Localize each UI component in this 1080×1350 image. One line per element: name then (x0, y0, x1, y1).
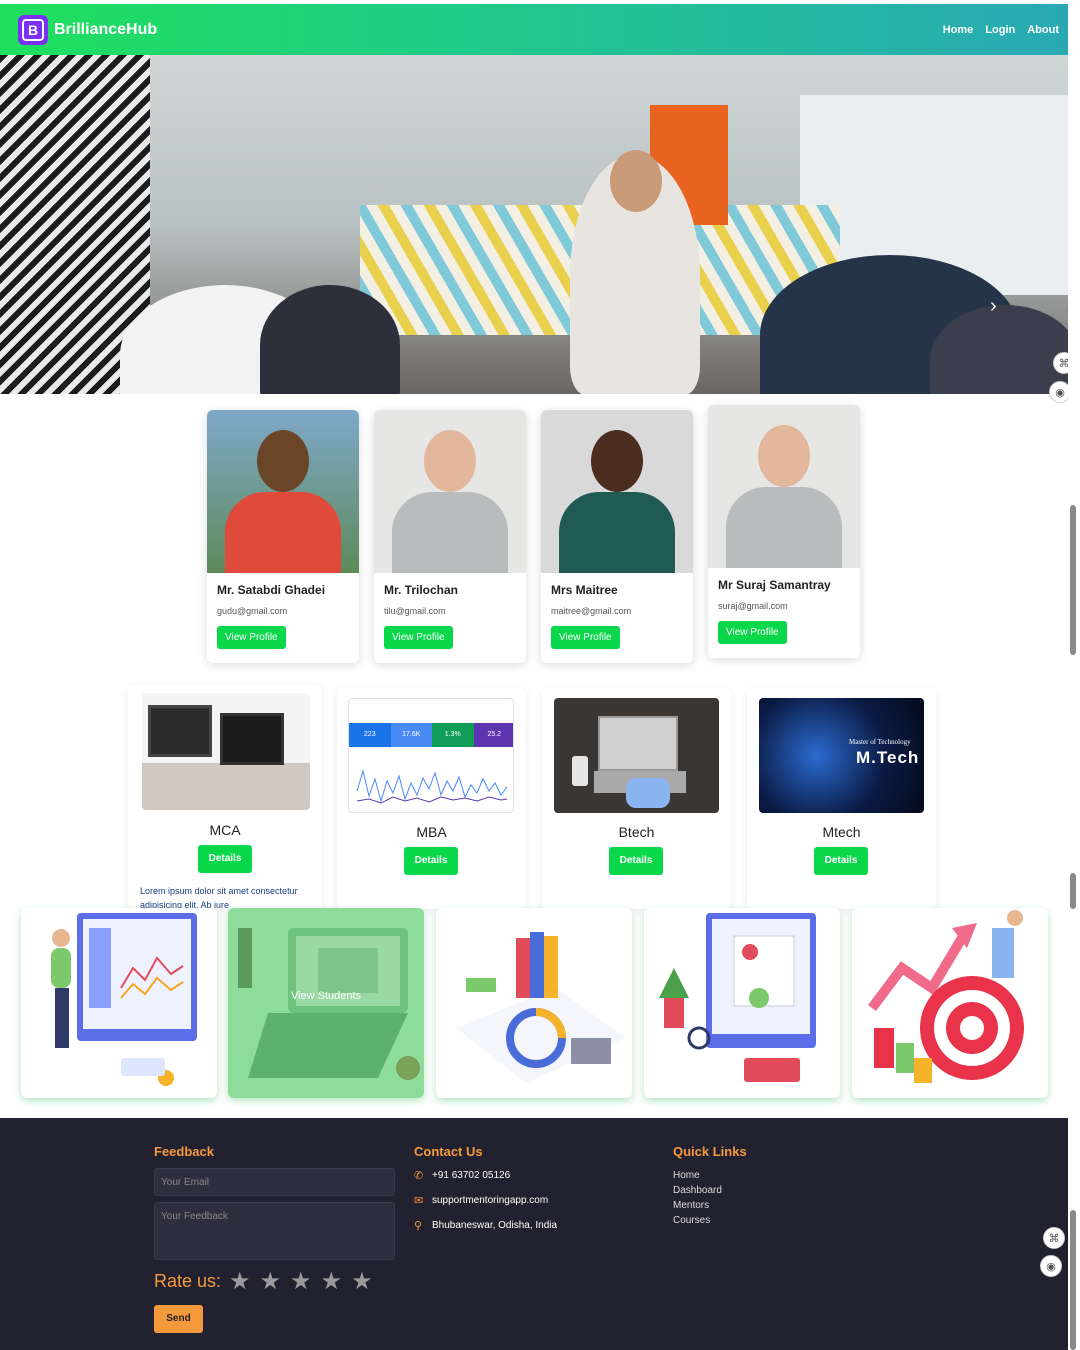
page-scrollbar[interactable] (1068, 0, 1080, 1350)
mentor-name: Mr. Trilochan (384, 583, 459, 597)
details-button[interactable]: Details (198, 845, 252, 873)
illustration-card-analytics[interactable] (21, 908, 217, 1098)
course-image-caption: Master of Technology (849, 738, 911, 746)
course-title: Mtech (822, 824, 861, 840)
mentor-card: Mr. Satabdi Ghadei gudu@gmail.com View P… (207, 410, 359, 663)
course-title: MCA (209, 822, 241, 838)
rating-stars: ★ ★ ★ ★ ★ (229, 1270, 373, 1294)
course-card-mca: MCA Details Lorem ipsum dolor sit amet c… (128, 685, 322, 909)
finance-report-illustration (456, 932, 626, 1083)
target-growth-illustration (868, 910, 1024, 1083)
hero-person-middle (260, 285, 400, 394)
envelope-icon: ✉ (414, 1195, 424, 1207)
quick-link-mentors[interactable]: Mentors (673, 1200, 709, 1211)
mentor-email: tilu@gmail.com (384, 606, 446, 616)
stat-impressions: 17.6K (390, 723, 432, 747)
contact-phone: ✆ +91 63702 05126 (414, 1170, 511, 1182)
contact-email: ✉ supportmentoringapp.com (414, 1195, 549, 1207)
details-button[interactable]: Details (814, 847, 868, 875)
contact-heading: Contact Us (414, 1144, 483, 1159)
mentor-email: maitree@gmail.com (551, 606, 632, 616)
send-button[interactable]: Send (154, 1305, 203, 1333)
view-profile-button[interactable]: View Profile (551, 626, 620, 649)
illustration-card-students[interactable]: View Students (228, 908, 424, 1098)
scrollbar-thumb[interactable] (1070, 505, 1076, 655)
grid-icon[interactable]: ⌘ (1043, 1227, 1065, 1249)
line-chart-graphic (356, 769, 508, 804)
star-icon[interactable]: ★ (290, 1270, 312, 1294)
stat-ctr: 1.3% (432, 723, 474, 747)
details-button[interactable]: Details (609, 847, 663, 875)
hero-carousel: › (0, 55, 1080, 394)
mentor-name: Mrs Maitree (551, 583, 618, 597)
analytics-dashboard-illustration (51, 913, 197, 1086)
nav-links: Home Login About (943, 24, 1059, 36)
course-card-btech: Btech Details (542, 688, 731, 909)
scrollbar-thumb[interactable] (1070, 1210, 1076, 1350)
quick-links-heading: Quick Links (673, 1144, 747, 1159)
star-icon[interactable]: ★ (321, 1270, 343, 1294)
feedback-heading: Feedback (154, 1144, 214, 1159)
course-card-mtech: Master of Technology M.Tech Mtech Detail… (747, 688, 936, 909)
nav-login-link[interactable]: Login (985, 24, 1015, 36)
quick-link-home[interactable]: Home (673, 1170, 700, 1181)
carousel-next-icon[interactable]: › (990, 295, 997, 318)
course-image (142, 693, 310, 810)
view-profile-button[interactable]: View Profile (718, 621, 787, 644)
nav-home-link[interactable]: Home (943, 24, 974, 36)
course-description: Lorem ipsum dolor sit amet consectetur a… (140, 886, 298, 908)
mentor-card: Mr Suraj Samantray suraj@gmail.com View … (708, 405, 860, 658)
mentor-photo (541, 410, 693, 573)
course-image: 223 17.6K 1.3% 25.2 (348, 698, 514, 813)
laptop-illustration (238, 928, 420, 1080)
chatbot-icon[interactable]: ◉ (1040, 1255, 1062, 1277)
course-image-title: M.Tech (856, 748, 920, 767)
mentor-card: Mr. Trilochan tilu@gmail.com View Profil… (374, 410, 526, 663)
nav-about-link[interactable]: About (1027, 24, 1059, 36)
mentor-photo (207, 410, 359, 573)
hero-person-head (610, 150, 662, 212)
scrollbar-thumb[interactable] (1070, 873, 1076, 909)
course-image: Master of Technology M.Tech (759, 698, 924, 813)
mentor-email: gudu@gmail.com (217, 606, 288, 616)
mentor-name: Mr Suraj Samantray (718, 578, 831, 592)
illustration-card-target[interactable] (852, 908, 1048, 1098)
star-icon[interactable]: ★ (229, 1270, 251, 1294)
course-title: MBA (416, 824, 447, 840)
mentor-card: Mrs Maitree maitree@gmail.com View Profi… (541, 410, 693, 663)
view-profile-button[interactable]: View Profile (384, 626, 453, 649)
star-icon[interactable]: ★ (351, 1270, 373, 1294)
mentor-name: Mr. Satabdi Ghadei (217, 583, 326, 597)
course-image (554, 698, 719, 813)
mentor-email: suraj@gmail.com (718, 601, 788, 611)
course-card-mba: 223 17.6K 1.3% 25.2 MBA Details (337, 688, 526, 909)
star-icon[interactable]: ★ (260, 1270, 282, 1294)
feedback-text-input[interactable]: Your Feedback (154, 1202, 395, 1260)
brand-logo-icon[interactable]: B (18, 14, 48, 45)
resume-illustration (659, 913, 816, 1082)
quick-link-dashboard[interactable]: Dashboard (673, 1185, 722, 1196)
rate-label: Rate us: (154, 1271, 222, 1291)
contact-address: ⚲ Bhubaneswar, Odisha, India (414, 1220, 558, 1232)
location-pin-icon: ⚲ (414, 1220, 423, 1232)
illustration-card-finance[interactable] (436, 908, 632, 1098)
course-title: Btech (618, 824, 655, 840)
illustration-card-resume[interactable] (644, 908, 840, 1098)
navbar: B BrillianceHub Home Login About (0, 4, 1080, 55)
mentor-photo (708, 405, 860, 568)
quick-link-courses[interactable]: Courses (673, 1215, 710, 1226)
phone-icon: ✆ (414, 1170, 424, 1182)
brand-name[interactable]: BrillianceHub (54, 21, 157, 39)
view-students-label[interactable]: View Students (228, 990, 424, 1002)
view-profile-button[interactable]: View Profile (217, 626, 286, 649)
stat-clicks: 223 (349, 723, 391, 747)
stat-position: 25.2 (473, 723, 513, 747)
mentor-photo (374, 410, 526, 573)
feedback-email-input[interactable]: Your Email (154, 1168, 395, 1196)
details-button[interactable]: Details (404, 847, 458, 875)
